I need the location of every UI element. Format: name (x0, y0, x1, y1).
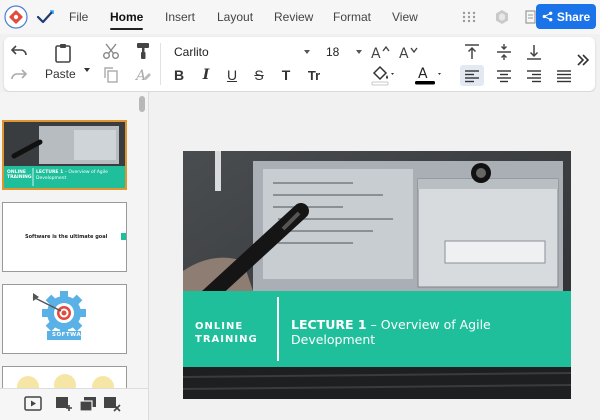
share-icon (542, 11, 553, 22)
app-logo-icon[interactable] (4, 5, 28, 29)
svg-text:A: A (371, 46, 381, 61)
bold-icon[interactable]: B (169, 65, 189, 85)
thumbnail-scrollbar[interactable] (137, 92, 147, 392)
thumbnail-scrollbar-thumb[interactable] (139, 96, 145, 112)
align-left-icon[interactable] (460, 65, 484, 86)
lecture-title[interactable]: LECTURE 1 – Overview of Agile Developmen… (291, 317, 561, 347)
text-style-icon[interactable]: Tr (302, 65, 326, 85)
svg-text:A: A (134, 68, 146, 84)
thumb1-title: LECTURE 1 – Overview of Agile Developmen… (36, 170, 108, 181)
italic-icon[interactable]: I (196, 65, 216, 85)
menu-home[interactable]: Home (110, 10, 143, 24)
font-family-select[interactable]: Carlito (170, 42, 314, 62)
add-slide-icon[interactable] (54, 395, 74, 413)
underline-icon[interactable]: U (222, 65, 242, 85)
font-color-icon[interactable]: A (413, 64, 443, 86)
menu-review[interactable]: Review (274, 10, 313, 24)
banner-left-text: ONLINE TRAINING (195, 320, 277, 346)
thumb3-label: SOFTWA (52, 332, 82, 338)
strikethrough-icon[interactable]: S (249, 65, 269, 85)
menu-view[interactable]: View (392, 10, 418, 24)
banner-divider (277, 297, 279, 361)
duplicate-slide-icon[interactable] (78, 395, 98, 413)
slide-editing-canvas: ONLINE TRAINING LECTURE 1 – Overview of … (150, 92, 600, 420)
font-size-caret (356, 50, 362, 54)
clear-formatting-icon[interactable]: A (133, 66, 153, 84)
svg-text:A: A (399, 46, 409, 61)
paste-clipboard-icon[interactable] (53, 42, 73, 64)
slide-panel-footer (0, 388, 148, 420)
format-painter-icon[interactable] (133, 42, 153, 60)
share-label: Share (556, 9, 591, 24)
slide-thumbnail-2[interactable]: Software is the ultimate goal (2, 202, 127, 272)
toolbar-separator (160, 43, 161, 85)
font-size-value: 18 (326, 45, 340, 59)
apps-grid-icon[interactable] (461, 9, 477, 25)
delete-slide-icon[interactable] (102, 395, 122, 413)
paste-button[interactable]: Paste (45, 67, 76, 81)
align-top-icon[interactable] (462, 42, 482, 62)
thumb1-left-text: ONLINE TRAINING (7, 170, 32, 180)
paste-dropdown-caret[interactable] (84, 68, 90, 72)
copy-icon[interactable] (101, 66, 121, 84)
save-status-check-icon[interactable] (36, 9, 54, 25)
slide-thumbnail-1[interactable]: ONLINE TRAINING LECTURE 1 – Overview of … (2, 120, 127, 190)
redo-icon[interactable] (10, 67, 28, 83)
undo-icon[interactable] (10, 43, 28, 59)
align-right-icon[interactable] (522, 65, 546, 86)
slide-thumbnail-panel: ONLINE TRAINING LECTURE 1 – Overview of … (0, 92, 149, 420)
thumb2-accent-mark (121, 233, 126, 240)
menu-format[interactable]: Format (333, 10, 371, 24)
slide-thumbnail-3[interactable]: SOFTWA (2, 284, 127, 354)
menu-bar: File Home Insert Layout Review Format Vi… (0, 0, 600, 34)
thumb2-text: Software is the ultimate goal (25, 234, 108, 240)
plugin-hexagon-icon[interactable] (494, 9, 510, 25)
share-button[interactable]: Share (536, 4, 596, 29)
cut-scissors-icon[interactable] (101, 42, 121, 60)
gear-target-graphic (32, 291, 86, 340)
increase-font-size-icon[interactable]: A (370, 42, 390, 62)
title-banner[interactable]: ONLINE TRAINING LECTURE 1 – Overview of … (183, 291, 571, 367)
text-case-icon[interactable]: T (276, 65, 296, 85)
font-family-caret (304, 50, 310, 54)
more-chevron-icon[interactable] (574, 51, 592, 69)
fill-color-icon[interactable] (370, 64, 396, 86)
svg-text:A: A (418, 66, 428, 82)
font-family-value: Carlito (174, 45, 209, 59)
formatting-toolbar: Paste A Carlito 18 A A B I U S T Tr A (4, 37, 595, 91)
menu-file[interactable]: File (69, 10, 88, 24)
current-slide[interactable]: ONLINE TRAINING LECTURE 1 – Overview of … (183, 151, 571, 399)
align-bottom-icon[interactable] (524, 42, 544, 62)
play-slideshow-icon[interactable] (23, 395, 43, 413)
font-size-select[interactable]: 18 (322, 42, 366, 62)
align-center-icon[interactable] (492, 65, 516, 86)
menu-insert[interactable]: Insert (165, 10, 195, 24)
decrease-font-size-icon[interactable]: A (398, 42, 418, 62)
active-menu-indicator (110, 28, 143, 30)
banner-left-line-1: ONLINE (195, 321, 244, 332)
align-middle-icon[interactable] (494, 42, 514, 62)
lecture-title-bold: LECTURE 1 (291, 317, 367, 332)
align-justify-icon[interactable] (552, 65, 576, 86)
menu-layout[interactable]: Layout (217, 10, 253, 24)
banner-left-line-2: TRAINING (195, 334, 258, 345)
